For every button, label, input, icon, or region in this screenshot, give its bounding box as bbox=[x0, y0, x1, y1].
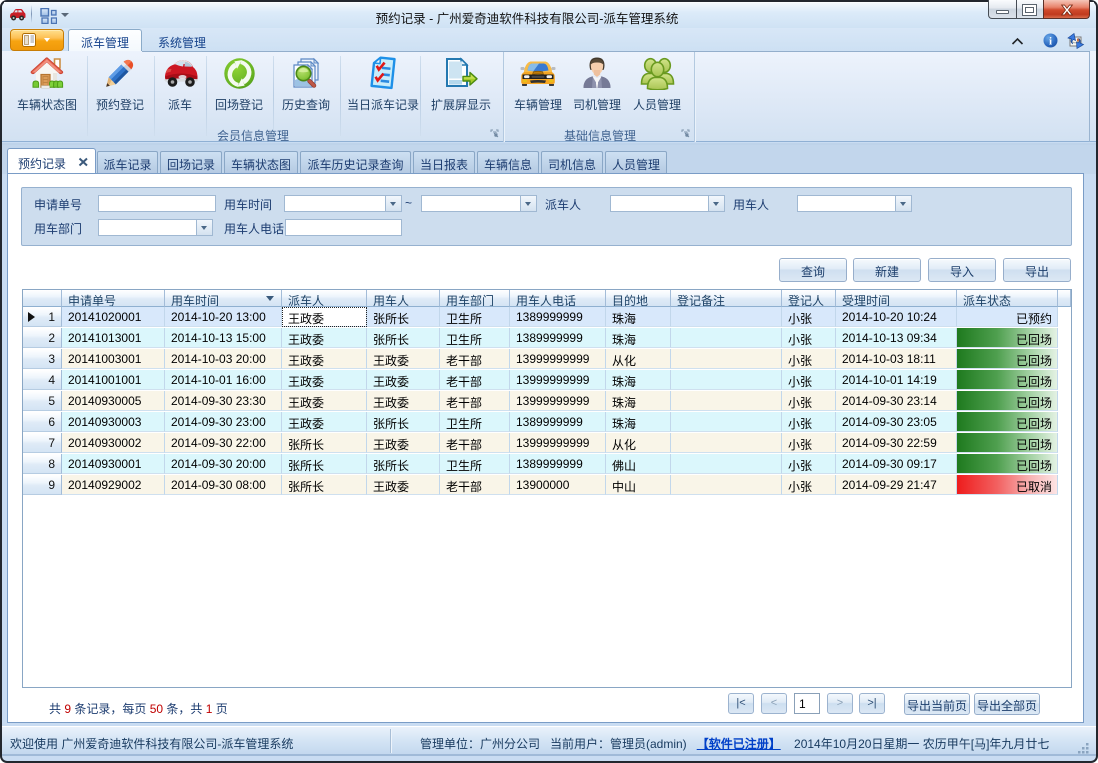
svg-text:i: i bbox=[1049, 36, 1052, 48]
